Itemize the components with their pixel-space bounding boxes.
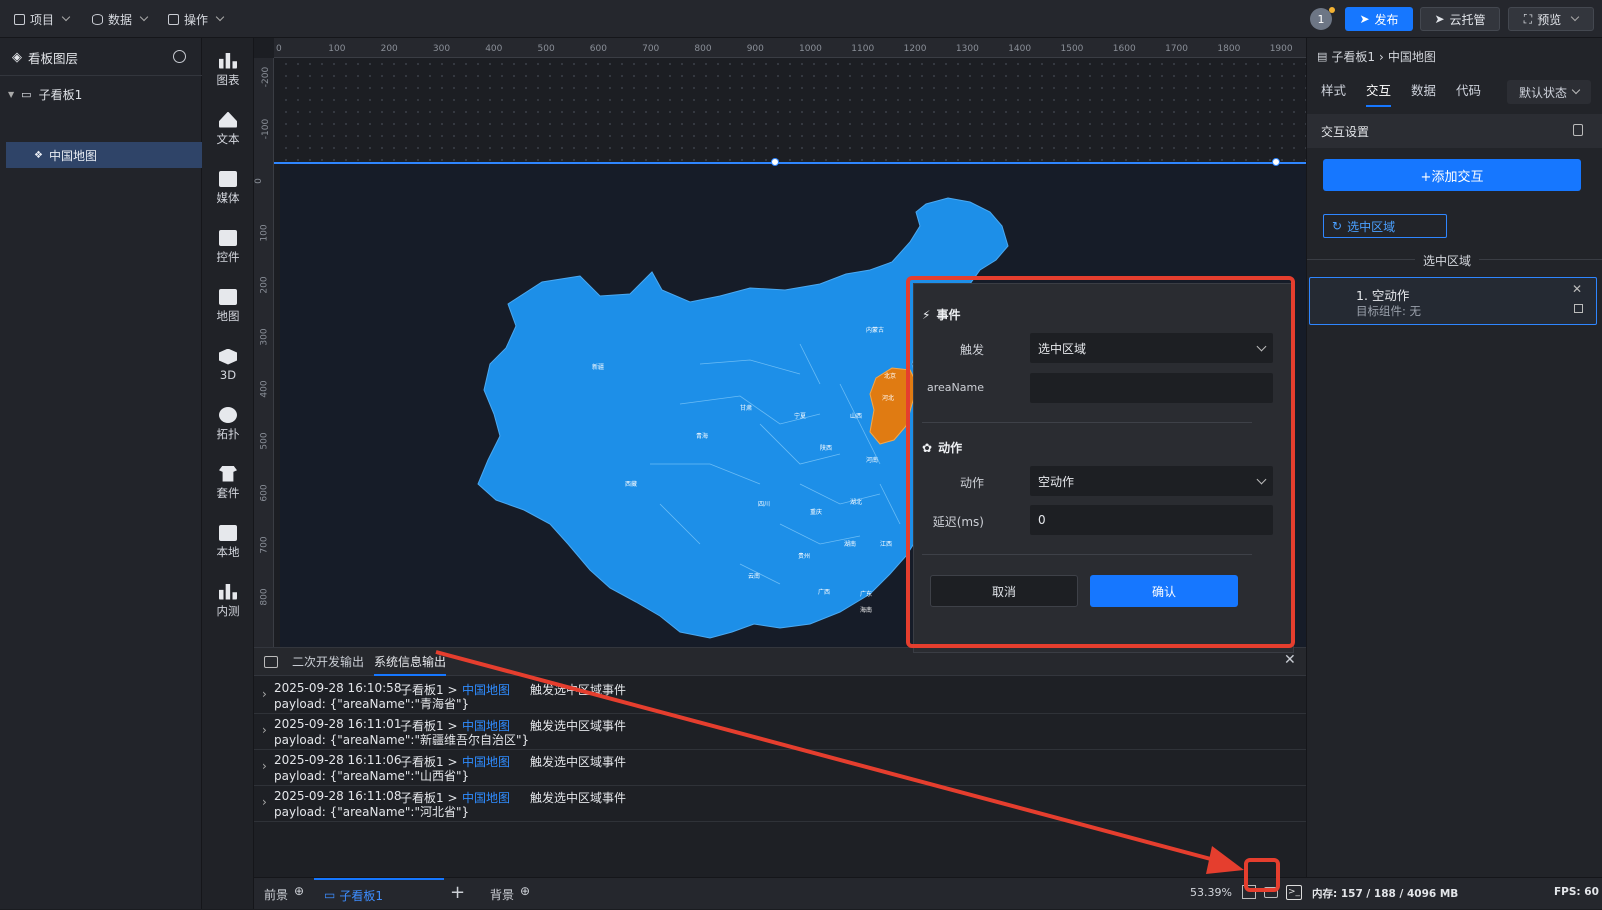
annotation-arrow-line [435, 650, 1223, 864]
annotation-arrow [435, 650, 1244, 874]
annotation-arrow-head [1206, 846, 1244, 874]
